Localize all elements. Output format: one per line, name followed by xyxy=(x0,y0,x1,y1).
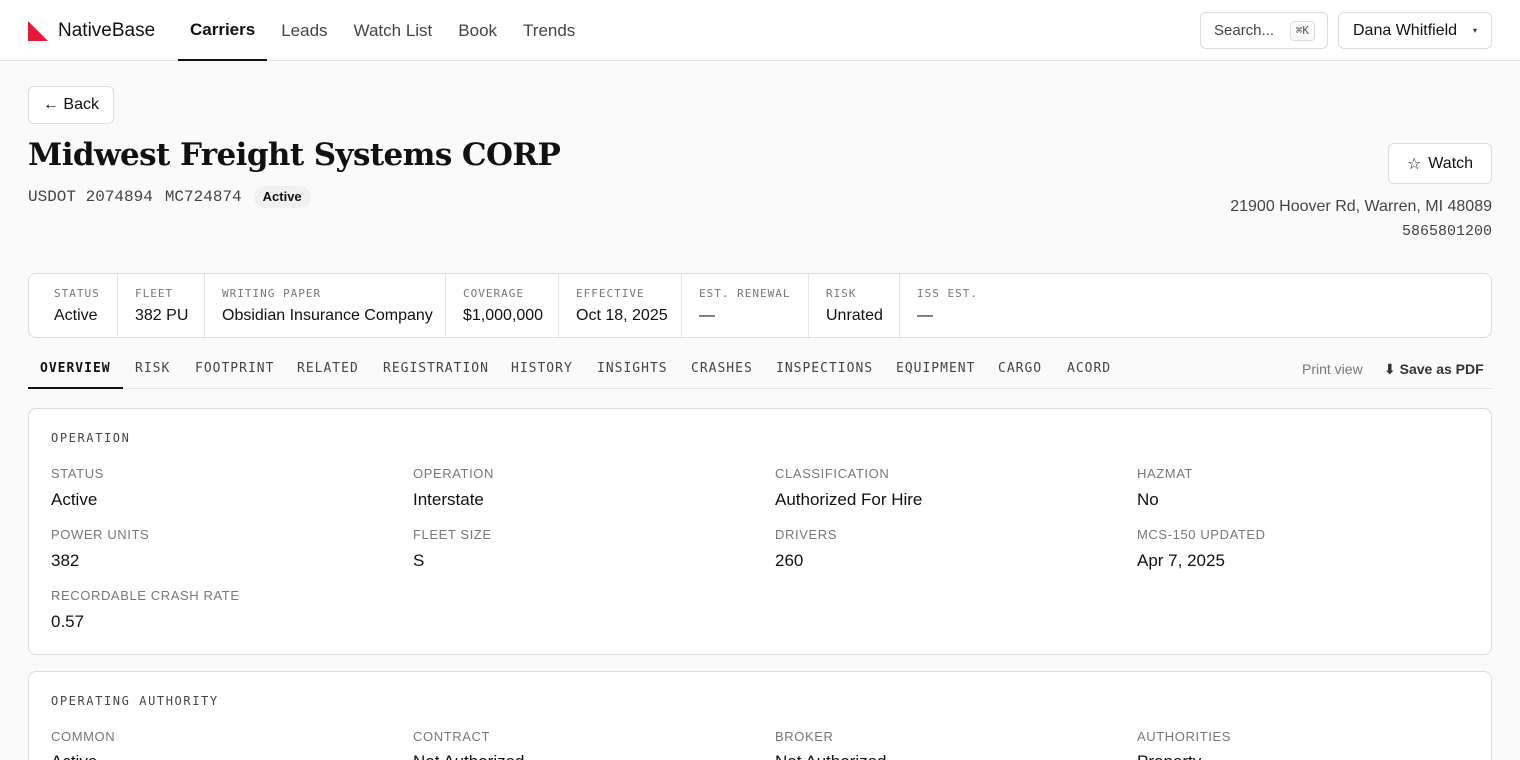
tab-crashes[interactable]: CRASHES xyxy=(691,352,753,388)
summary-value: Oct 18, 2025 xyxy=(576,307,668,324)
mc-number: MC724874 xyxy=(164,188,242,206)
summary-label: WRITING PAPER xyxy=(222,287,322,300)
carrier-address: 21900 Hoover Rd, Warren, MI 48089 xyxy=(1230,198,1492,215)
summary-label: STATUS xyxy=(54,287,100,300)
detail-tabs: OVERVIEW RISK FOOTPRINT RELATED REGISTRA… xyxy=(28,352,1492,389)
field-value: Not Authorized xyxy=(775,752,887,760)
nav-leads[interactable]: Leads xyxy=(269,0,339,61)
field-value: Active xyxy=(51,490,98,509)
field-label: POWER UNITS xyxy=(51,527,150,542)
nav-carriers[interactable]: Carriers xyxy=(178,0,268,61)
tab-inspections[interactable]: INSPECTIONS xyxy=(776,352,873,388)
top-navigation-bar: NativeBase Carriers Leads Watch List Boo… xyxy=(0,0,1520,61)
field-value: Authorized For Hire xyxy=(775,490,923,509)
print-view-link[interactable]: Print view xyxy=(1302,361,1363,377)
nav-watch-list[interactable]: Watch List xyxy=(342,0,445,61)
tab-related[interactable]: RELATED xyxy=(297,352,359,388)
field-value: Active xyxy=(51,752,97,760)
watch-label: Watch xyxy=(1428,154,1474,172)
tab-acord[interactable]: ACORD xyxy=(1067,352,1111,388)
summary-fleet: FLEET 382 PU xyxy=(117,274,204,337)
summary-strip: STATUS Active FLEET 382 PU WRITING PAPER… xyxy=(28,273,1492,338)
search-placeholder: Search... xyxy=(1214,22,1275,39)
summary-value: $1,000,000 xyxy=(463,307,544,324)
field-label: CLASSIFICATION xyxy=(775,466,890,481)
field-label: RECORDABLE CRASH RATE xyxy=(51,588,240,603)
nav-book[interactable]: Book xyxy=(446,0,509,61)
save-as-pdf-button[interactable]: ⬇ Save as PDF xyxy=(1384,361,1484,378)
operating-authority-card: OPERATING AUTHORITY COMMON Active CONTRA… xyxy=(28,671,1492,760)
summary-label: EFFECTIVE xyxy=(576,287,645,300)
tab-cargo[interactable]: CARGO xyxy=(998,352,1042,388)
section-title: OPERATION xyxy=(51,431,131,445)
summary-label: ISS EST. xyxy=(917,287,978,300)
watch-button[interactable]: ☆ Watch xyxy=(1388,143,1492,184)
operation-card: OPERATION STATUS Active OPERATION Inters… xyxy=(28,408,1492,655)
tab-overview[interactable]: OVERVIEW xyxy=(28,352,123,389)
nav-trends[interactable]: Trends xyxy=(511,0,587,61)
section-title: OPERATING AUTHORITY xyxy=(51,694,219,708)
field-value: 0.57 xyxy=(51,612,85,631)
chevron-down-icon: ▾ xyxy=(1472,26,1477,35)
field-value: No xyxy=(1137,490,1159,509)
summary-writing-paper: WRITING PAPER Obsidian Insurance Company xyxy=(204,274,445,337)
usdot-number: USDOT 2074894 xyxy=(28,188,153,206)
field-value: Not Authorized xyxy=(413,752,525,760)
status-badge: Active xyxy=(253,186,311,208)
summary-value: Obsidian Insurance Company xyxy=(222,307,433,324)
brand-logo[interactable]: NativeBase xyxy=(28,20,155,42)
field-value: Interstate xyxy=(413,490,484,509)
back-button[interactable]: ← Back xyxy=(28,86,114,124)
tab-risk[interactable]: RISK xyxy=(135,352,170,388)
field-label: FLEET SIZE xyxy=(413,527,492,542)
tab-history[interactable]: HISTORY xyxy=(511,352,573,388)
field-value: Property xyxy=(1137,752,1201,760)
summary-value: — xyxy=(699,307,715,324)
field-value: 260 xyxy=(775,551,804,570)
summary-label: RISK xyxy=(826,287,857,300)
field-label: STATUS xyxy=(51,466,104,481)
summary-value: 382 PU xyxy=(135,307,189,324)
carrier-identifiers: USDOT 2074894 MC724874 Active xyxy=(28,186,311,208)
main-nav: Carriers Leads Watch List Book Trends xyxy=(178,0,589,61)
summary-label: FLEET xyxy=(135,287,174,300)
field-value: Apr 7, 2025 xyxy=(1137,551,1225,570)
star-icon: ☆ xyxy=(1406,155,1422,173)
field-value: S xyxy=(413,551,425,570)
summary-value: Active xyxy=(54,307,98,324)
tab-insights[interactable]: INSIGHTS xyxy=(597,352,668,388)
field-value: 382 xyxy=(51,551,80,570)
summary-risk: RISK Unrated xyxy=(808,274,899,337)
summary-value: Unrated xyxy=(826,307,883,324)
search-shortcut-badge: ⌘K xyxy=(1289,21,1315,41)
user-menu-button[interactable]: Dana Whitfield ▾ xyxy=(1338,12,1492,49)
page-title: Midwest Freight Systems CORP xyxy=(28,137,561,173)
field-label: BROKER xyxy=(775,729,834,744)
field-label: OPERATION xyxy=(413,466,495,481)
tab-footprint[interactable]: FOOTPRINT xyxy=(195,352,274,388)
summary-label: EST. RENEWAL xyxy=(699,287,791,300)
summary-status: STATUS Active xyxy=(29,274,117,337)
summary-effective: EFFECTIVE Oct 18, 2025 xyxy=(558,274,681,337)
summary-coverage: COVERAGE $1,000,000 xyxy=(445,274,558,337)
field-label: HAZMAT xyxy=(1137,466,1194,481)
summary-value: — xyxy=(917,307,933,324)
carrier-phone: 5865801200 xyxy=(1401,223,1492,240)
user-name: Dana Whitfield xyxy=(1353,21,1458,39)
tab-registration[interactable]: REGISTRATION xyxy=(383,352,489,388)
field-label: DRIVERS xyxy=(775,527,837,542)
field-label: MCS-150 UPDATED xyxy=(1137,527,1266,542)
field-label: AUTHORITIES xyxy=(1137,729,1231,744)
summary-label: COVERAGE xyxy=(463,287,524,300)
logo-icon xyxy=(28,21,48,41)
search-input[interactable]: Search... ⌘K xyxy=(1200,12,1328,49)
brand-name: NativeBase xyxy=(58,20,156,41)
tab-equipment[interactable]: EQUIPMENT xyxy=(896,352,975,388)
summary-est-renewal: EST. RENEWAL — xyxy=(681,274,808,337)
summary-iss-est: ISS EST. — xyxy=(899,274,999,337)
field-label: CONTRACT xyxy=(413,729,491,744)
field-label: COMMON xyxy=(51,729,116,744)
